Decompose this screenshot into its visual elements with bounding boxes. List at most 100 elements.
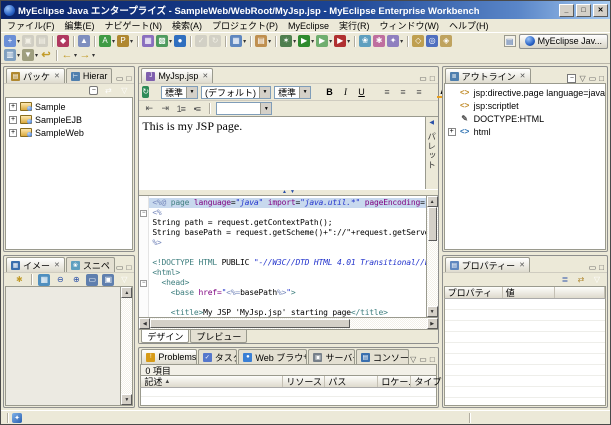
align-center-icon[interactable]: ≡ xyxy=(396,86,409,99)
view-menu-icon[interactable]: ▽ xyxy=(410,356,416,364)
tab-editor-myjsp[interactable]: J MyJsp.jsp ✕ xyxy=(141,68,213,83)
fold-collapse-icon[interactable]: − xyxy=(140,280,147,287)
zoom-in-icon[interactable]: ⊕ xyxy=(70,274,82,286)
minimize-view-icon[interactable]: ▭ xyxy=(589,264,597,272)
minimize-view-icon[interactable]: ▭ xyxy=(116,75,124,83)
dropdown-arrow-icon[interactable]: ▾ xyxy=(169,38,172,45)
mark-occurrences-icon[interactable]: ▥ xyxy=(4,49,16,61)
new-report-wizard-icon[interactable]: ▤ xyxy=(255,35,267,47)
ordered-list-icon[interactable]: 1≡ xyxy=(174,102,187,115)
view-menu-icon[interactable]: ▽ xyxy=(579,75,585,83)
table-row[interactable] xyxy=(445,321,605,332)
open-type-icon[interactable]: ◇ xyxy=(412,35,424,47)
minimize-button[interactable]: _ xyxy=(559,4,574,17)
statusbar-wizard-icon[interactable]: ✦ xyxy=(12,413,22,423)
web-service-icon[interactable]: ✱ xyxy=(373,35,385,47)
scroll-right-icon[interactable]: ▶ xyxy=(427,318,438,329)
combo-arrow-icon[interactable]: ▼ xyxy=(259,87,270,98)
table-row[interactable] xyxy=(141,397,435,406)
refresh-design-icon[interactable]: ↻ xyxy=(142,86,149,98)
underline-button[interactable]: U xyxy=(355,86,368,99)
tag-style-combo[interactable]: ▼ xyxy=(216,102,272,115)
keys-icon[interactable]: ✱ xyxy=(13,274,25,286)
dropdown-arrow-icon[interactable]: ▾ xyxy=(112,38,115,45)
maximize-view-icon[interactable]: □ xyxy=(126,264,131,272)
collapse-all-icon[interactable]: − xyxy=(567,74,576,83)
maximize-view-icon[interactable]: □ xyxy=(599,264,604,272)
dropdown-arrow-icon[interactable]: ▾ xyxy=(293,38,296,45)
close-icon[interactable]: ✕ xyxy=(54,72,60,80)
column-header-パス[interactable]: パス xyxy=(325,376,378,387)
tab-design-mode[interactable]: デザイン xyxy=(141,330,189,343)
menu-item-4[interactable]: プロジェクト(P) xyxy=(212,19,278,32)
menu-item-2[interactable]: ナビゲート(N) xyxy=(105,19,163,32)
scroll-up-icon[interactable]: ▲ xyxy=(427,196,438,207)
code-line[interactable]: <html> xyxy=(149,268,425,278)
image-vertical-scrollbar[interactable]: ▲ ▼ xyxy=(120,287,132,405)
dropdown-arrow-icon[interactable]: ▾ xyxy=(74,52,77,59)
code-line[interactable]: <base href="<%=basePath%>"> xyxy=(149,288,425,298)
new-folder-icon[interactable]: ▩ xyxy=(156,35,168,47)
indent-icon[interactable]: ⇥ xyxy=(158,102,171,115)
code-line[interactable]: %> xyxy=(149,238,425,248)
forward-icon[interactable]: → xyxy=(79,49,91,61)
maximize-view-icon[interactable]: □ xyxy=(599,75,604,83)
table-row[interactable] xyxy=(445,310,605,321)
new-java-class-icon[interactable]: A xyxy=(99,35,111,47)
view-menu-icon[interactable]: ▽ xyxy=(118,85,130,97)
source-vertical-scrollbar[interactable]: ▲ ▼ xyxy=(426,196,438,317)
minimize-view-icon[interactable]: ▭ xyxy=(116,264,124,272)
code-line[interactable]: <!DOCTYPE HTML PUBLIC "-//W3C//DTD HTML … xyxy=(149,258,425,268)
palette-expand-icon[interactable]: ◀ xyxy=(429,119,434,126)
menu-item-6[interactable]: 実行(R) xyxy=(339,19,370,32)
close-icon[interactable]: ✕ xyxy=(520,72,526,80)
outline-item[interactable]: +<>html xyxy=(445,125,605,138)
external-tools-icon[interactable]: ▶ xyxy=(334,35,346,47)
next-annotation-icon[interactable]: ▼ xyxy=(22,49,34,61)
dropdown-arrow-icon[interactable]: ▾ xyxy=(130,38,133,45)
code-line[interactable]: <title>My JSP 'MyJsp.jsp' starting page<… xyxy=(149,308,425,317)
open-perspective-icon[interactable]: ▤ xyxy=(504,35,516,47)
code-line[interactable]: <% xyxy=(149,208,425,218)
tab-console[interactable]: ▤コンソール xyxy=(356,349,409,364)
source-code[interactable]: <%@ page language="java" import="java.ut… xyxy=(149,196,425,317)
dropdown-arrow-icon[interactable]: ▾ xyxy=(347,38,350,45)
combo-arrow-icon[interactable]: ▼ xyxy=(260,103,271,114)
debug-icon[interactable]: ✶ xyxy=(280,35,292,47)
menu-item-8[interactable]: ヘルプ(H) xyxy=(449,19,489,32)
code-line[interactable]: String path = request.getContextPath(); xyxy=(149,218,425,228)
menu-item-0[interactable]: ファイル(F) xyxy=(7,19,55,32)
dropdown-arrow-icon[interactable]: ▾ xyxy=(243,38,246,45)
close-button[interactable]: ✕ xyxy=(593,4,608,17)
zoom-out-icon[interactable]: ⊖ xyxy=(54,274,66,286)
design-canvas[interactable]: This is my JSP page. xyxy=(139,117,424,189)
column-header-記述[interactable]: 記述▲ xyxy=(141,376,283,387)
menu-item-1[interactable]: 編集(E) xyxy=(65,19,95,32)
table-row[interactable] xyxy=(445,332,605,343)
menu-item-7[interactable]: ウィンドウ(W) xyxy=(380,19,440,32)
scrollbar-thumb[interactable] xyxy=(428,207,437,241)
tree-item-sampleweb[interactable]: +SampleWeb xyxy=(6,126,132,139)
tab-problems[interactable]: !Problems✕ xyxy=(141,349,196,364)
tab-outline[interactable]: ≣ アウトライン ✕ xyxy=(445,68,531,83)
image-icon[interactable]: ▦ xyxy=(38,274,50,286)
code-line[interactable]: <head> xyxy=(149,278,425,288)
wizard-icon[interactable]: ✦ xyxy=(387,35,399,47)
table-row[interactable] xyxy=(445,376,605,387)
italic-button[interactable]: I xyxy=(339,86,352,99)
perspective-button[interactable]: MyEclipse Jav... xyxy=(519,34,608,49)
dropdown-arrow-icon[interactable]: ▾ xyxy=(329,38,332,45)
minimize-view-icon[interactable]: ▭ xyxy=(589,75,597,83)
close-icon[interactable]: ✕ xyxy=(519,261,525,269)
maximize-view-icon[interactable]: □ xyxy=(126,75,131,83)
bold-button[interactable]: B xyxy=(323,86,336,99)
deploy-icon[interactable]: ▲ xyxy=(78,35,90,47)
table-row[interactable] xyxy=(141,388,435,397)
palette-collapsed[interactable]: ◀ パレット xyxy=(425,117,438,189)
search-icon[interactable]: ◎ xyxy=(426,35,438,47)
outdent-icon[interactable]: ⇤ xyxy=(142,102,155,115)
tab-image-preview[interactable]: ▦ イメー ✕ xyxy=(6,257,65,272)
maximize-button[interactable]: □ xyxy=(576,4,591,17)
unordered-list-icon[interactable]: •≡ xyxy=(190,102,203,115)
view-menu-icon[interactable]: ▽ xyxy=(118,274,130,286)
